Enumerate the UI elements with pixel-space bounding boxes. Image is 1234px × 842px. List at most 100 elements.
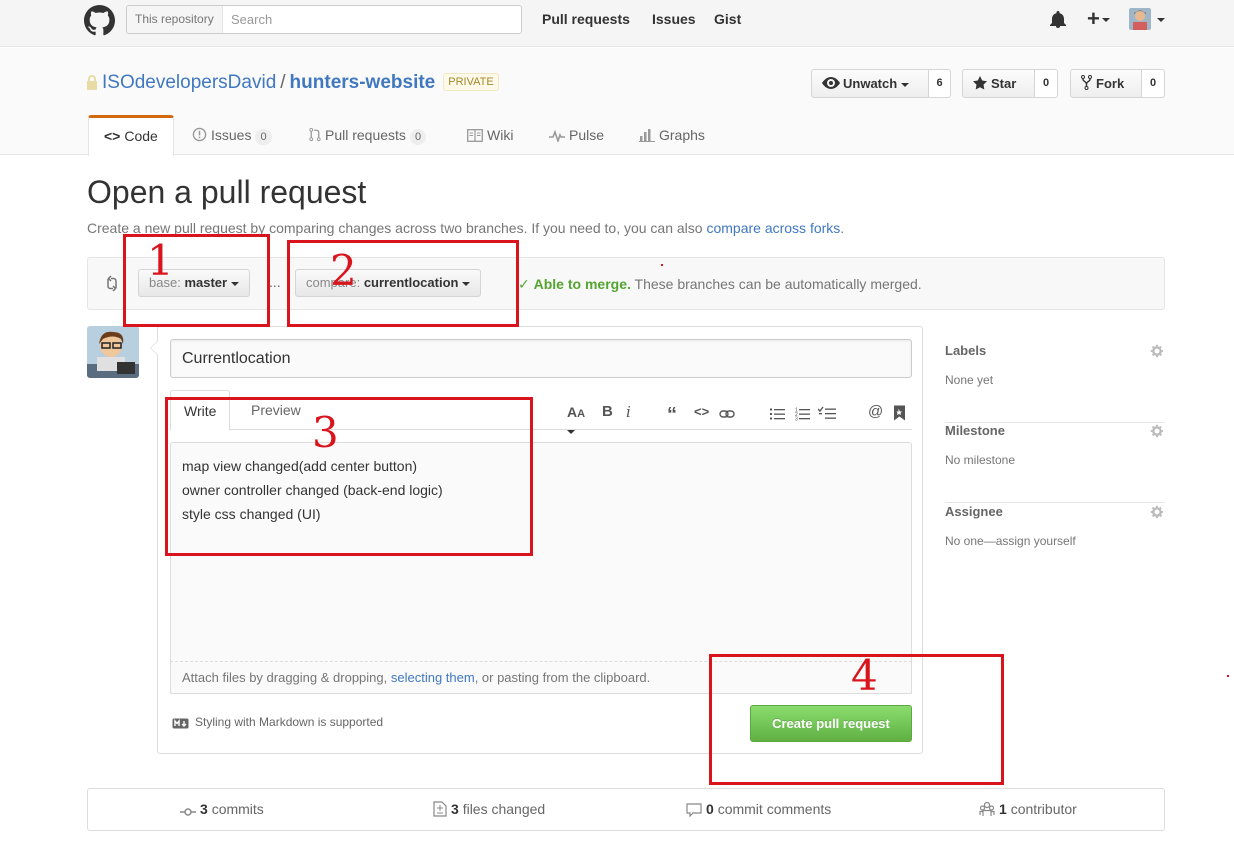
fork-count[interactable]: 0: [1142, 69, 1165, 98]
quote-icon[interactable]: “: [667, 405, 677, 425]
labels-gear-icon[interactable]: [1149, 343, 1165, 359]
bold-icon[interactable]: B: [602, 403, 613, 421]
annotation-box-2: [287, 240, 519, 327]
bell-icon[interactable]: [1050, 11, 1066, 28]
annotation-box-3: [165, 397, 533, 556]
page-description-end: .: [840, 220, 845, 236]
organization-icon: [979, 801, 995, 816]
repo-name-link[interactable]: hunters-website: [290, 72, 436, 93]
nav-gist[interactable]: Gist: [714, 11, 741, 27]
watch-count[interactable]: 6: [929, 69, 951, 98]
sidebar-assignee: Assignee No one—assign yourself: [945, 504, 1165, 584]
contributors-count: 1: [999, 801, 1007, 817]
select-files-link[interactable]: selecting them: [391, 670, 475, 685]
milestone-heading: Milestone: [945, 423, 1005, 438]
markdown-note[interactable]: Styling with Markdown is supported: [172, 715, 383, 729]
merge-status: ✓ Able to merge. These branches can be a…: [518, 276, 922, 293]
star-button[interactable]: Star: [962, 69, 1035, 98]
book-icon: [467, 129, 483, 142]
annotation-number-4: 4: [851, 651, 878, 700]
fork-button[interactable]: Fork: [1070, 69, 1142, 98]
repo-separator: /: [280, 72, 286, 93]
site-header: This repository Pull requests Issues Gis…: [0, 0, 1234, 47]
unwatch-label: Unwatch: [843, 76, 898, 91]
comments-summary[interactable]: 0 commit comments: [686, 801, 831, 818]
tab-code-label: Code: [124, 128, 158, 144]
task-list-icon[interactable]: [818, 404, 836, 422]
mention-icon[interactable]: @: [868, 403, 883, 421]
comment-icon: [686, 803, 702, 818]
contributors-label: contributor: [1010, 801, 1077, 817]
assignee-heading: Assignee: [945, 504, 1003, 519]
unordered-list-icon[interactable]: [770, 405, 785, 423]
annotation-box-1: [123, 234, 270, 327]
author-avatar-icon: [87, 326, 139, 378]
repo-owner-link[interactable]: ISOdevelopersDavid: [102, 72, 276, 93]
fork-label: Fork: [1096, 76, 1125, 91]
star-icon: [973, 76, 987, 90]
assignee-gear-icon[interactable]: [1149, 504, 1165, 520]
tab-pulse[interactable]: Pulse: [549, 115, 604, 155]
bookmark-icon[interactable]: [894, 404, 905, 422]
lock-icon: [87, 75, 97, 90]
tab-pulse-label: Pulse: [569, 127, 605, 143]
nav-pull-requests[interactable]: Pull requests: [542, 11, 630, 27]
check-icon: ✓: [518, 276, 530, 292]
attach-text-1: Attach files by dragging & dropping,: [182, 670, 391, 685]
compare-summary: 3 commits 3 files changed 0 commit comme…: [87, 788, 1165, 831]
git-compare-icon: [107, 275, 117, 292]
user-avatar-icon: [1129, 8, 1151, 30]
graph-icon: [639, 129, 655, 142]
user-menu[interactable]: [1129, 8, 1165, 33]
markdown-note-text: Styling with Markdown is supported: [195, 715, 384, 729]
compare-across-forks-link[interactable]: compare across forks: [706, 220, 840, 236]
milestone-value: No milestone: [945, 453, 1016, 467]
commits-summary[interactable]: 3 commits: [180, 801, 264, 817]
annotation-number-3: 3: [312, 408, 339, 457]
tab-pull-requests[interactable]: Pull requests 0: [309, 115, 427, 155]
star-label: Star: [991, 76, 1017, 91]
text-size-icon[interactable]: AA: [567, 403, 585, 434]
files-label: files changed: [462, 801, 546, 817]
ordered-list-icon[interactable]: 123: [795, 405, 810, 423]
assignee-value[interactable]: No one—assign yourself: [945, 534, 1076, 548]
link-icon[interactable]: [719, 405, 735, 423]
tab-issues[interactable]: Issues 0: [192, 115, 272, 155]
tab-code[interactable]: <> Code: [88, 115, 174, 156]
unwatch-button[interactable]: Unwatch: [811, 69, 929, 98]
files-count: 3: [451, 801, 459, 817]
comments-count: 0: [706, 801, 714, 817]
author-avatar[interactable]: [87, 326, 139, 378]
issue-opened-icon: [192, 127, 207, 142]
github-logo-icon[interactable]: [84, 5, 115, 36]
markdown-icon: [172, 718, 189, 729]
star-count[interactable]: 0: [1035, 69, 1058, 98]
milestone-gear-icon[interactable]: [1149, 423, 1165, 439]
files-changed-summary[interactable]: 3 files changed: [433, 801, 545, 817]
annotation-number-2: 2: [330, 246, 357, 295]
sidebar-milestone: Milestone No milestone: [945, 423, 1165, 503]
repo-header: ISOdevelopersDavid / hunters-website PRIVAT…: [0, 48, 1234, 156]
tab-pull-requests-label: Pull requests: [325, 127, 406, 143]
tab-graphs[interactable]: Graphs: [639, 115, 705, 155]
pr-title-input[interactable]: [170, 339, 912, 378]
nav-issues[interactable]: Issues: [652, 11, 696, 27]
pulse-icon: [549, 129, 565, 144]
italic-icon[interactable]: i: [626, 403, 631, 421]
tab-issues-label: Issues: [211, 127, 252, 143]
tab-graphs-label: Graphs: [659, 127, 705, 143]
pulls-count-badge: 0: [409, 129, 427, 145]
plus-icon[interactable]: +: [1087, 6, 1110, 32]
pull-request-icon: [309, 127, 321, 142]
labels-heading: Labels: [945, 343, 987, 358]
search-input[interactable]: [227, 6, 517, 33]
tab-wiki[interactable]: Wiki: [467, 115, 513, 155]
contributors-summary[interactable]: 1 contributor: [979, 801, 1077, 817]
fork-icon: [1081, 75, 1092, 90]
merge-ok-label: Able to merge.: [533, 276, 631, 292]
code-brackets-icon[interactable]: <>: [694, 403, 709, 421]
code-icon: <>: [104, 128, 121, 144]
private-label: PRIVATE: [443, 73, 499, 91]
merge-status-text: These branches can be automatically merg…: [634, 276, 922, 292]
annotation-number-1: 1: [147, 236, 174, 285]
